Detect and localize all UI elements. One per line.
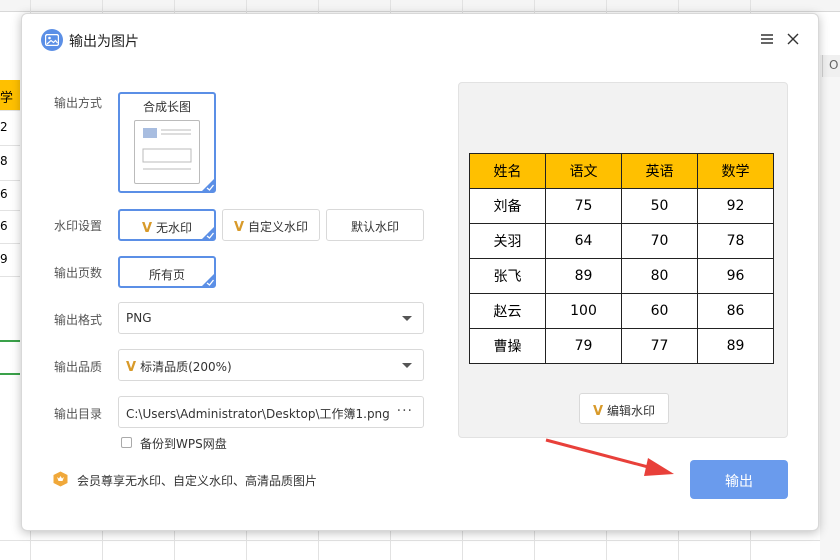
chevron-down-icon [402, 363, 412, 368]
grid-line [0, 145, 20, 146]
preview-cell: 70 [621, 223, 698, 259]
close-icon[interactable] [785, 31, 801, 47]
directory-path: C:\Users\Administrator\Desktop\工作簿1.png [126, 407, 390, 421]
quality-select[interactable]: V 标清品质(200%) [118, 349, 424, 381]
preview-cell: 刘备 [469, 188, 546, 224]
preview-row: 关羽 64 70 78 [469, 223, 774, 259]
preview-cell: 64 [545, 223, 622, 259]
preview-header-cell: 英语 [621, 153, 698, 189]
output-mode-label: 输出方式 [54, 96, 103, 110]
preview-cell: 关羽 [469, 223, 546, 259]
preview-cell: 96 [697, 258, 774, 294]
selection-border [0, 373, 20, 375]
custom-watermark-option[interactable]: V 自定义水印 [222, 209, 320, 241]
custom-watermark-label: 自定义水印 [248, 220, 309, 234]
preview-cell: 92 [697, 188, 774, 224]
preview-cell: 100 [545, 293, 622, 329]
preview-row: 刘备 75 50 92 [469, 188, 774, 224]
format-value: PNG [126, 311, 152, 325]
preview-cell: 75 [545, 188, 622, 224]
long-image-option[interactable]: 合成长图 [118, 92, 216, 193]
grid-line [0, 540, 840, 541]
grid-line [0, 210, 20, 211]
sheet-right-area [820, 55, 840, 560]
all-pages-label: 所有页 [148, 268, 185, 282]
grid-line [0, 110, 20, 111]
column-header[interactable]: O [822, 55, 840, 77]
all-pages-option[interactable]: 所有页 [118, 256, 216, 288]
preview-row: 曹操 79 77 89 [469, 328, 774, 364]
directory-field[interactable]: C:\Users\Administrator\Desktop\工作簿1.png … [118, 396, 424, 428]
sheet-cell[interactable]: 2 [0, 120, 20, 134]
sheet-cell[interactable]: 8 [0, 154, 20, 168]
vip-benefits-note: 会员尊享无水印、自定义水印、高清品质图片 [77, 474, 318, 488]
picture-icon [41, 29, 63, 51]
dialog-title: 输出为图片 [69, 34, 139, 50]
format-label: 输出格式 [54, 313, 103, 327]
menu-icon[interactable] [759, 31, 775, 47]
sheet-cell[interactable]: 6 [0, 219, 20, 233]
no-watermark-label: 无水印 [156, 221, 193, 235]
dialog-header: 输出为图片 [22, 14, 820, 64]
preview-cell: 赵云 [469, 293, 546, 329]
export-image-dialog: 输出为图片 输出方式 合成长图 水印设置 V 无水印 V 自定义水印 默认水印 … [21, 13, 819, 531]
preview-cell: 50 [621, 188, 698, 224]
grid-line [0, 180, 20, 181]
watermark-label: 水印设置 [54, 219, 103, 233]
vip-v-icon: V [233, 220, 245, 235]
preview-table: 姓名 语文 英语 数学 刘备 75 50 92 关羽 64 70 78 张飞 8… [469, 153, 774, 364]
edit-watermark-label: 编辑水印 [607, 404, 656, 418]
grid-line [0, 276, 20, 277]
directory-label: 输出目录 [54, 407, 103, 421]
preview-cell: 曹操 [469, 328, 546, 364]
preview-header-cell: 语文 [545, 153, 622, 189]
sheet-cell[interactable]: 9 [0, 252, 20, 266]
preview-cell: 77 [621, 328, 698, 364]
preview-row: 赵云 100 60 86 [469, 293, 774, 329]
quality-value: 标清品质(200%) [140, 360, 232, 374]
quality-label: 输出品质 [54, 360, 103, 374]
edit-watermark-button[interactable]: V 编辑水印 [579, 393, 669, 424]
format-select[interactable]: PNG [118, 302, 424, 334]
selection-border [0, 340, 20, 342]
vip-v-icon: V [126, 360, 137, 375]
default-watermark-label: 默认水印 [350, 220, 399, 234]
default-watermark-option[interactable]: 默认水印 [326, 209, 424, 241]
preview-cell: 79 [545, 328, 622, 364]
preview-header-cell: 数学 [697, 153, 774, 189]
preview-header-cell: 姓名 [469, 153, 546, 189]
backup-checkbox-label[interactable]: 备份到WPS网盘 [140, 435, 227, 452]
vip-crown-icon [53, 471, 68, 487]
long-image-option-label: 合成长图 [142, 100, 191, 114]
no-watermark-option[interactable]: V 无水印 [118, 209, 216, 241]
pages-label: 输出页数 [54, 266, 103, 280]
vip-v-icon: V [141, 221, 153, 236]
sheet-cell[interactable]: 6 [0, 187, 20, 201]
preview-cell: 86 [697, 293, 774, 329]
preview-cell: 张飞 [469, 258, 546, 294]
browse-more-icon[interactable]: ··· [397, 403, 413, 419]
preview-cell: 80 [621, 258, 698, 294]
chevron-down-icon [402, 316, 412, 321]
preview-cell: 89 [697, 328, 774, 364]
long-image-thumbnail-icon [134, 120, 200, 184]
preview-cell: 89 [545, 258, 622, 294]
preview-cell: 78 [697, 223, 774, 259]
export-button[interactable]: 输出 [690, 460, 788, 499]
selected-check-icon [201, 226, 215, 240]
sheet-header-cell[interactable]: 学 [0, 80, 20, 110]
grid-line [0, 243, 20, 244]
preview-cell: 60 [621, 293, 698, 329]
selected-check-icon [201, 178, 215, 192]
vip-v-icon: V [592, 404, 604, 419]
preview-panel: 姓名 语文 英语 数学 刘备 75 50 92 关羽 64 70 78 张飞 8… [458, 82, 788, 438]
backup-checkbox[interactable] [121, 437, 132, 448]
selected-check-icon [201, 273, 215, 287]
sheet-toolbar-strip [0, 0, 840, 12]
preview-row: 张飞 89 80 96 [469, 258, 774, 294]
